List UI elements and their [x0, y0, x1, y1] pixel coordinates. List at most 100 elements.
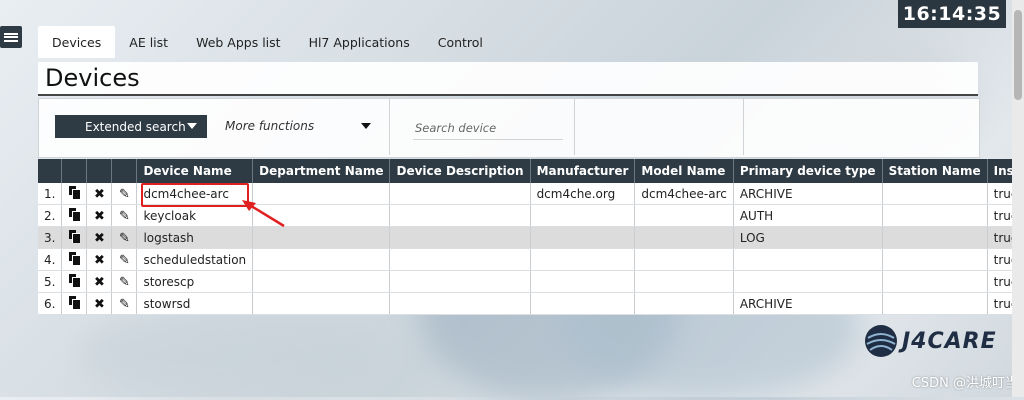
scrollbar[interactable] [1012, 0, 1024, 397]
station-name-cell [882, 204, 988, 227]
model-name-cell [634, 204, 734, 227]
divider [743, 99, 744, 155]
table-row[interactable]: 6. ✖ ✎ stowrsd ARCHIVE true [38, 292, 1024, 315]
manufacturer-cell [530, 226, 636, 249]
tab-devices[interactable]: Devices [38, 26, 116, 58]
edit-icon[interactable]: ✎ [118, 188, 130, 201]
column-header-device-name[interactable]: Device Name [136, 159, 254, 183]
device-name-cell[interactable]: storescp [136, 270, 254, 293]
station-name-cell [882, 183, 988, 205]
page-title: Devices [45, 64, 140, 92]
device-name-cell[interactable]: scheduledstation [136, 248, 254, 271]
row-index: 3. [38, 226, 63, 249]
row-action: ✖ [86, 248, 113, 271]
edit-icon[interactable]: ✎ [118, 210, 130, 223]
tab-hl7-applications[interactable]: Hl7 Applications [295, 26, 424, 58]
more-functions-dropdown[interactable]: More functions [225, 119, 375, 137]
tab-web-apps-list[interactable]: Web Apps list [182, 26, 295, 58]
edit-icon[interactable]: ✎ [118, 254, 130, 267]
row-action: ✎ [111, 183, 138, 205]
row-index: 6. [38, 292, 63, 315]
row-action: ✎ [111, 204, 138, 227]
row-action [61, 248, 88, 271]
model-name-cell [634, 292, 734, 315]
delete-icon[interactable]: ✖ [93, 232, 105, 245]
column-header-primary-device-type[interactable]: Primary device type [733, 159, 883, 183]
table-row[interactable]: 4. ✖ ✎ scheduledstation true [38, 248, 1024, 271]
column-header-department-name[interactable]: Department Name [252, 159, 391, 183]
row-action [61, 183, 88, 205]
row-action: ✖ [86, 226, 113, 249]
device-description-cell [389, 183, 531, 205]
table-row[interactable]: 2. ✖ ✎ keycloak AUTH true [38, 204, 1024, 227]
row-index: 1. [38, 183, 63, 205]
copy-icon[interactable] [68, 252, 81, 265]
copy-icon[interactable] [68, 208, 81, 221]
row-action [61, 204, 88, 227]
row-action [61, 226, 88, 249]
station-name-cell [882, 226, 988, 249]
copy-icon[interactable] [68, 230, 81, 243]
primary-device-type-cell [733, 248, 883, 271]
row-action: ✖ [86, 270, 113, 293]
column-header-manufacturer[interactable]: Manufacturer [530, 159, 636, 183]
primary-device-type-cell: ARCHIVE [733, 183, 883, 205]
device-description-cell [389, 204, 531, 227]
manufacturer-cell [530, 270, 636, 293]
more-functions-label: More functions [225, 119, 315, 133]
tab-ae-list[interactable]: AE list [115, 26, 182, 58]
device-description-cell [389, 292, 531, 315]
device-name-cell[interactable]: logstash [136, 226, 254, 249]
device-description-cell [389, 226, 531, 249]
delete-icon[interactable]: ✖ [93, 188, 105, 201]
main-tabs: Devices AE list Web Apps list Hl7 Applic… [38, 26, 497, 58]
row-index: 2. [38, 204, 63, 227]
logo-text: J4CARE [902, 328, 997, 354]
divider [389, 99, 390, 155]
tab-control[interactable]: Control [424, 26, 497, 58]
row-action: ✎ [111, 226, 138, 249]
model-name-cell [634, 226, 734, 249]
watermark-text: CSDN @洪城叮当 [911, 376, 1018, 391]
edit-icon[interactable]: ✎ [118, 298, 130, 311]
edit-icon[interactable]: ✎ [118, 276, 130, 289]
title-bar: Devices [38, 62, 978, 96]
copy-icon[interactable] [68, 274, 81, 287]
menu-icon[interactable] [0, 26, 22, 48]
j4care-logo: J4CARE [864, 324, 997, 358]
manufacturer-cell [530, 292, 636, 315]
edit-icon[interactable]: ✎ [118, 232, 130, 245]
copy-icon[interactable] [68, 186, 81, 199]
station-name-cell [882, 292, 988, 315]
delete-icon[interactable]: ✖ [93, 254, 105, 267]
row-action [61, 270, 88, 293]
delete-icon[interactable]: ✖ [93, 298, 105, 311]
table-row[interactable]: 5. ✖ ✎ storescp true [38, 270, 1024, 293]
delete-icon[interactable]: ✖ [93, 276, 105, 289]
search-device-input[interactable] [413, 117, 563, 140]
column-header-model-name[interactable]: Model Name [634, 159, 734, 183]
table-row[interactable]: 3. ✖ ✎ logstash LOG true [38, 226, 1024, 249]
department-name-cell [252, 292, 391, 315]
department-name-cell [252, 248, 391, 271]
action-header [86, 159, 113, 183]
model-name-cell [634, 248, 734, 271]
manufacturer-cell [530, 204, 636, 227]
column-header-station-name[interactable]: Station Name [882, 159, 988, 183]
extended-search-button[interactable]: Extended search [55, 115, 207, 138]
row-index: 4. [38, 248, 63, 271]
search-row: Extended search More functions [38, 98, 980, 158]
column-header-device-description[interactable]: Device Description [389, 159, 531, 183]
copy-icon[interactable] [68, 296, 81, 309]
device-name-cell[interactable]: stowrsd [136, 292, 254, 315]
primary-device-type-cell: LOG [733, 226, 883, 249]
primary-device-type-cell [733, 270, 883, 293]
delete-icon[interactable]: ✖ [93, 210, 105, 223]
model-name-cell: dcm4chee-arc [634, 183, 734, 205]
device-name-cell[interactable]: keycloak [136, 204, 254, 227]
device-description-cell [389, 248, 531, 271]
row-action: ✖ [86, 204, 113, 227]
scrollbar-thumb[interactable] [1014, 10, 1022, 100]
row-action: ✖ [86, 183, 113, 205]
globe-icon [865, 325, 897, 357]
